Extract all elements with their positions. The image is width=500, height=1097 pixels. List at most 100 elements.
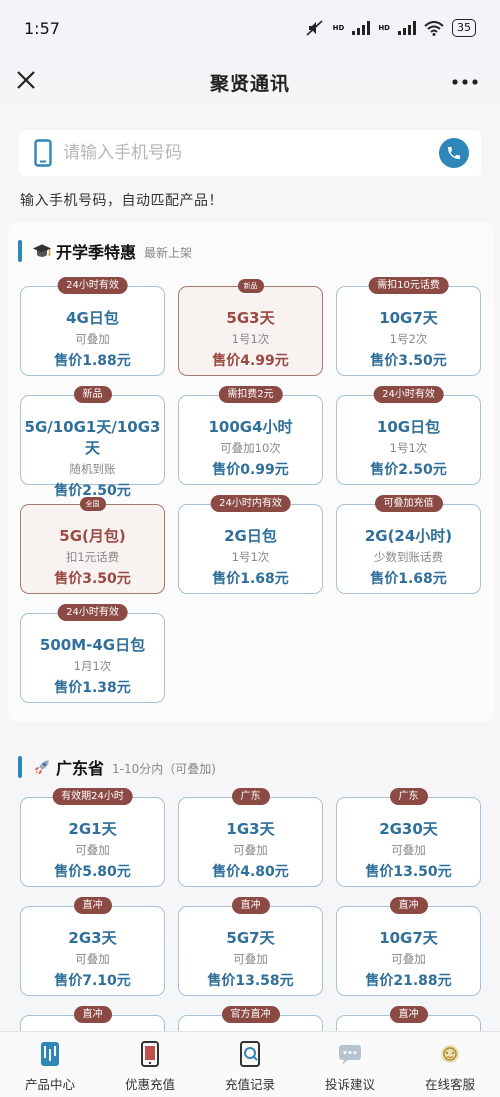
product-card[interactable]: 24小时有效 10G日包 1号1次 售价2.50元 — [336, 386, 481, 485]
product-badge: 直冲 — [73, 897, 112, 914]
nav-bar: 聚贤通讯 — [0, 56, 500, 108]
graduation-cap-icon — [32, 244, 52, 257]
complaint-icon — [339, 1045, 361, 1065]
product-name: 5G(月包) — [59, 527, 126, 545]
online-service-icon — [441, 1045, 459, 1063]
tab-label: 投诉建议 — [324, 1077, 375, 1092]
section-subtitle: 最新上架 — [144, 245, 193, 260]
product-card[interactable]: 24小时有效 500M-4G日包 1月1次 售价1.38元 — [20, 604, 165, 703]
phone-search-box — [19, 130, 481, 176]
mute-icon — [306, 20, 323, 36]
product-description: 可叠加 — [75, 952, 110, 966]
product-price: 售价21.88元 — [365, 973, 452, 989]
status-icons: HD HD 35 — [305, 19, 476, 37]
product-badge: 直冲 — [389, 897, 428, 914]
product-badge: 直冲 — [389, 1006, 428, 1023]
product-center-icon — [41, 1042, 59, 1066]
product-description: 1号2次 — [389, 332, 428, 346]
tab-product-center[interactable]: 产品中心 — [0, 1032, 100, 1093]
product-price: 售价1.88元 — [54, 353, 131, 369]
product-card[interactable]: 广东 1G3天 可叠加 售价4.80元 — [178, 788, 323, 887]
product-badge: 官方直冲 — [221, 1006, 280, 1023]
product-name: 1G3天 — [226, 820, 275, 838]
tab-label: 在线客服 — [424, 1077, 475, 1092]
product-badge: 24小时有效 — [57, 604, 128, 621]
product-card[interactable]: 新品 5G/10G1天/10G3天 随机到账 售价2.50元 — [20, 386, 165, 499]
section-header: 开学季特惠 最新上架 — [18, 240, 192, 262]
product-card[interactable]: 需扣费2元 100G4小时 可叠加10次 售价0.99元 — [178, 386, 323, 485]
recharge-record-icon — [240, 1041, 260, 1067]
product-price: 售价3.50元 — [370, 353, 447, 369]
signal-hd-label-1: HD — [332, 24, 345, 32]
product-name: 2G日包 — [224, 527, 277, 545]
product-name: 2G1天 — [68, 820, 117, 838]
product-card[interactable]: 新品 5G3天 1号1次 售价4.99元 — [178, 279, 323, 376]
product-description: 1号1次 — [231, 550, 270, 564]
product-name: 2G30天 — [379, 820, 438, 838]
tab-online-service[interactable]: 在线客服 — [400, 1032, 500, 1093]
section-accent-bar — [18, 240, 22, 262]
product-name: 5G3天 — [226, 309, 275, 327]
product-name: 2G3天 — [68, 929, 117, 947]
product-badge: 24小时内有效 — [210, 495, 291, 512]
product-price: 售价0.99元 — [212, 462, 289, 478]
product-description: 可叠加 — [75, 843, 110, 857]
product-price: 售价4.99元 — [212, 353, 289, 369]
product-card[interactable]: 直冲 2G3天 可叠加 售价7.10元 — [20, 897, 165, 996]
rocket-icon — [34, 760, 49, 775]
product-card[interactable]: 有效期24小时 2G1天可叠加售价5.80元 — [20, 788, 165, 887]
product-name: 10G7天 — [379, 309, 438, 327]
product-price: 售价5.80元 — [54, 864, 131, 880]
product-badge: 需扣10元话费 — [368, 277, 449, 294]
product-card[interactable]: 24小时内有效 2G日包 1号1次 售价1.68元 — [178, 495, 323, 594]
product-name: 10G7天 — [379, 929, 438, 947]
tab-discount-recharge[interactable]: 优惠充值 — [100, 1032, 200, 1093]
product-badge: 新品 — [237, 279, 264, 293]
product-card[interactable]: 直冲 10G7天 可叠加 售价21.88元 — [336, 897, 481, 996]
search-hint: 输入手机号码，自动匹配产品！ — [20, 193, 223, 209]
product-card[interactable]: 直冲 5G7天 可叠加 售价13.58元 — [178, 897, 323, 996]
close-icon[interactable] — [14, 68, 38, 92]
section-header: 广东省 1-10分内（可叠加) — [18, 756, 216, 778]
more-icon[interactable] — [452, 78, 478, 86]
product-description: 可叠加 — [233, 952, 268, 966]
section-subtitle: 1-10分内（可叠加) — [112, 761, 216, 776]
tab-complaint[interactable]: 投诉建议 — [300, 1032, 400, 1093]
call-button[interactable] — [439, 138, 469, 168]
status-time: 1:57 — [24, 18, 60, 38]
product-card[interactable]: 广东 2G30天 可叠加 售价13.50元 — [336, 788, 481, 887]
tab-recharge-record[interactable]: 充值记录 — [200, 1032, 300, 1093]
product-description: 1号1次 — [389, 441, 428, 455]
product-name: 500M-4G日包 — [39, 636, 146, 654]
product-price: 售价4.80元 — [212, 864, 289, 880]
product-price: 售价1.38元 — [54, 680, 131, 696]
product-card[interactable]: 24小时有效 4G日包 可叠加 售价1.88元 — [20, 277, 165, 376]
product-name: 100G4小时 — [208, 418, 293, 436]
product-badge: 24小时有效 — [57, 277, 128, 294]
product-description: 随机到账 — [69, 462, 116, 476]
phone-number-input[interactable] — [63, 133, 439, 173]
product-name: 5G/10G1天/10G3天 — [24, 418, 161, 457]
discount-recharge-icon — [141, 1041, 159, 1067]
product-description: 可叠加10次 — [220, 441, 281, 455]
product-description: 扣1元话费 — [65, 550, 120, 564]
section-title: 开学季特惠 — [56, 243, 137, 262]
product-badge: 直冲 — [231, 897, 270, 914]
product-card[interactable]: 全国 5G(月包) 扣1元话费 售价3.50元 — [20, 497, 165, 594]
product-name: 2G(24小时) — [364, 527, 453, 545]
battery-indicator: 35 — [452, 19, 476, 37]
product-name: 5G7天 — [226, 929, 275, 947]
mobile-phone-icon — [23, 130, 63, 176]
product-price: 售价2.50元 — [370, 462, 447, 478]
status-bar: 1:57 HD HD 35 — [0, 0, 500, 56]
product-card[interactable]: 可叠加充值 2G(24小时) 少数到账话费 售价1.68元 — [336, 495, 481, 594]
tab-label: 产品中心 — [24, 1077, 75, 1092]
product-badge: 广东 — [231, 788, 270, 805]
product-badge: 有效期24小时 — [52, 788, 133, 805]
product-badge: 新品 — [73, 386, 112, 403]
tab-label: 充值记录 — [224, 1077, 275, 1092]
product-badge: 直冲 — [73, 1006, 112, 1023]
signal-icon-2 — [398, 21, 416, 35]
product-card[interactable]: 需扣10元话费 10G7天 1号2次售价3.50元 — [336, 277, 481, 376]
product-price: 售价3.50元 — [54, 571, 131, 587]
